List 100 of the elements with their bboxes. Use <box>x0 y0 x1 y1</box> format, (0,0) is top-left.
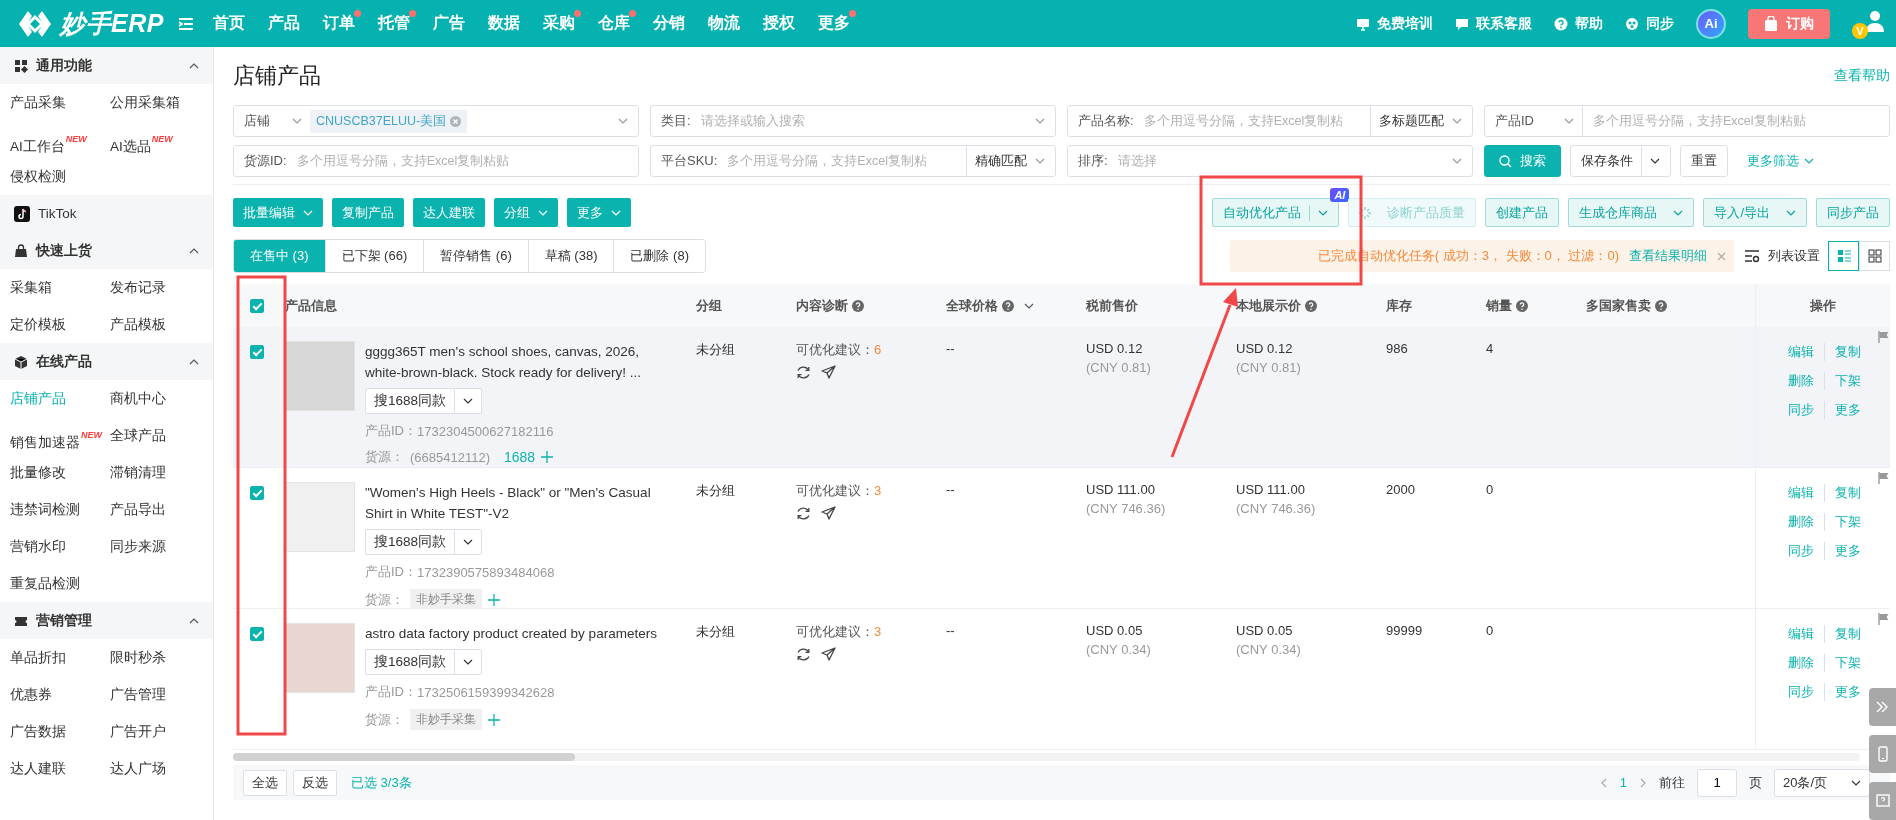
plus-icon[interactable] <box>488 593 500 606</box>
category-field[interactable]: 类目: 请选择或输入搜索 <box>650 105 1056 137</box>
sidebar-item[interactable]: 产品导出 <box>110 491 166 528</box>
flag-icon[interactable] <box>1878 613 1890 625</box>
reset-button[interactable]: 重置 <box>1680 145 1728 177</box>
product-title[interactable]: "Women's High Heels - Black" or "Men's Casual Shirt in White TEST"-V2 <box>365 482 665 524</box>
close-icon[interactable] <box>1717 251 1726 261</box>
menu-icon[interactable] <box>177 16 194 31</box>
toolbar-button[interactable]: 导入/导出 <box>1703 198 1807 227</box>
action-link[interactable]: 删除 <box>1778 513 1824 531</box>
refresh-icon[interactable] <box>796 365 811 380</box>
toolbar-button[interactable]: 达人建联 <box>413 198 485 227</box>
product-title[interactable]: gggg365T men's school shoes, canvas, 2026, white-brown-black. Stock ready for delivery! ... <box>365 341 665 383</box>
row-checkbox[interactable] <box>250 345 264 359</box>
text-input[interactable]: 多个用逗号分隔，支持Excel复制粘贴 <box>1591 113 1879 129</box>
text-input[interactable]: 请选择或输入搜索 <box>698 113 1027 129</box>
toolbar-button[interactable]: 复制产品 <box>332 198 404 227</box>
flag-icon[interactable] <box>1878 472 1890 484</box>
order-button[interactable]: 订购 <box>1748 8 1830 39</box>
save-conditions-button[interactable]: 保存条件 <box>1570 145 1671 177</box>
sidebar-item[interactable]: 违禁词检测 <box>10 491 80 528</box>
nav-item[interactable]: 广告 <box>421 13 477 34</box>
send-icon[interactable] <box>821 647 836 662</box>
sidebar-item[interactable]: 优惠券 <box>10 676 52 713</box>
store-tag[interactable]: CNUSCB37ELUU-美国 <box>310 109 468 133</box>
side-tool-button[interactable] <box>1869 782 1896 820</box>
select-all-button[interactable]: 全选 <box>243 769 287 796</box>
suggestion-count[interactable]: 6 <box>874 342 882 357</box>
nav-item[interactable]: 托管 <box>366 13 422 34</box>
nav-item[interactable]: 数据 <box>476 13 532 34</box>
action-link[interactable]: 下架 <box>1824 372 1871 390</box>
toolbar-button[interactable]: 创建产品 <box>1485 198 1560 227</box>
diagnose-button[interactable]: 诊断产品质量 <box>1348 198 1477 227</box>
sidebar-item[interactable]: 营销水印 <box>10 528 66 565</box>
select-all-checkbox[interactable] <box>250 298 264 313</box>
toolbar-button[interactable]: 生成仓库商品 <box>1568 198 1695 227</box>
suggestion-count[interactable]: 3 <box>874 483 882 498</box>
action-link[interactable]: 复制 <box>1824 625 1871 643</box>
side-tool-button[interactable] <box>1869 688 1896 726</box>
plus-icon[interactable] <box>488 713 500 726</box>
action-link[interactable]: 同步 <box>1778 683 1824 701</box>
search-button[interactable]: 搜索 <box>1484 145 1561 177</box>
ai-assistant-button[interactable]: Ai <box>1696 8 1726 39</box>
side-tool-button[interactable] <box>1869 735 1896 773</box>
chevron-left-icon[interactable] <box>1599 777 1608 788</box>
sidebar-item[interactable]: 达人建联 <box>10 750 66 787</box>
sidebar-item[interactable]: 广告数据 <box>10 713 66 750</box>
sidebar-item[interactable]: 采集箱 <box>10 269 52 306</box>
action-link[interactable]: 编辑 <box>1778 625 1824 643</box>
sidebar-item[interactable]: 发布记录 <box>110 269 166 306</box>
plus-icon[interactable] <box>541 451 554 463</box>
sidebar-item[interactable]: 侵权检测 <box>10 158 66 195</box>
product-title[interactable]: astro data factory product created by parameters <box>365 623 665 644</box>
sidebar-item[interactable]: 产品采集 <box>10 84 66 121</box>
source-id-field[interactable]: 货源ID: 多个用逗号分隔，支持Excel复制粘贴 <box>233 145 639 177</box>
status-tab[interactable]: 暂停销售 (6) <box>424 240 529 272</box>
header-link[interactable]: 同步 <box>1625 14 1674 33</box>
status-tab[interactable]: 已删除 (8) <box>614 240 705 272</box>
action-link[interactable]: 更多 <box>1824 401 1871 419</box>
suggestion-count[interactable]: 3 <box>874 624 882 639</box>
sidebar-item[interactable]: 广告开户 <box>110 713 166 750</box>
sort-select[interactable]: 排序: 请选择 <box>1067 145 1473 177</box>
sidebar-item[interactable]: 单品折扣 <box>10 639 66 676</box>
toolbar-button[interactable]: 分组 <box>494 198 558 227</box>
sidebar-item[interactable]: 广告管理 <box>110 676 166 713</box>
flag-icon[interactable] <box>1878 331 1890 343</box>
text-input[interactable]: 请选择 <box>1115 153 1444 169</box>
refresh-icon[interactable] <box>796 647 811 662</box>
result-details-link[interactable]: 查看结果明细 <box>1629 247 1707 265</box>
sidebar-item[interactable]: 定价模板 <box>10 306 66 343</box>
row-checkbox[interactable] <box>250 627 264 641</box>
view-toggle[interactable] <box>1828 241 1859 271</box>
header-link[interactable]: 免费培训 <box>1356 14 1433 33</box>
page-input[interactable]: 1 <box>1697 768 1737 797</box>
action-link[interactable]: 编辑 <box>1778 343 1824 361</box>
invert-selection-button[interactable]: 反选 <box>293 769 337 796</box>
action-link[interactable]: 同步 <box>1778 401 1824 419</box>
text-input[interactable]: 多个用逗号分隔，支持Excel复制粘 <box>725 153 958 169</box>
status-tab[interactable]: 已下架 (66) <box>325 240 425 272</box>
search-similar-button[interactable]: 搜1688同款 <box>365 388 483 414</box>
sidebar-item[interactable]: 商机中心 <box>110 380 166 417</box>
refresh-icon[interactable] <box>796 506 811 521</box>
sidebar-item[interactable]: 重复品检测 <box>10 565 80 602</box>
search-similar-button[interactable]: 搜1688同款 <box>365 649 483 675</box>
sidebar-item[interactable]: 达人广场 <box>110 750 166 787</box>
sidebar-item[interactable]: 滞销清理 <box>110 454 166 491</box>
nav-item[interactable]: 订单 <box>311 13 367 34</box>
action-link[interactable]: 复制 <box>1824 484 1871 502</box>
toolbar-button[interactable]: 更多 <box>567 198 631 227</box>
product-name-field[interactable]: 产品名称: 多个用逗号分隔，支持Excel复制粘 多标题匹配 <box>1067 105 1473 137</box>
help-link[interactable]: 查看帮助 <box>1834 67 1890 85</box>
sidebar-item[interactable]: 销售加速器$^{NEW}$ <box>10 417 102 454</box>
toolbar-button[interactable]: 同步产品 <box>1816 198 1890 227</box>
action-link[interactable]: 下架 <box>1824 654 1871 672</box>
nav-item[interactable]: 更多 <box>806 13 862 34</box>
sidebar-item[interactable]: 全球产品 <box>110 417 166 454</box>
action-link[interactable]: 更多 <box>1824 542 1871 560</box>
platform-sku-field[interactable]: 平台SKU: 多个用逗号分隔，支持Excel复制粘 精确匹配 <box>650 145 1056 177</box>
status-tab[interactable]: 在售中 (3) <box>234 240 326 272</box>
nav-item[interactable]: 物流 <box>696 13 752 34</box>
